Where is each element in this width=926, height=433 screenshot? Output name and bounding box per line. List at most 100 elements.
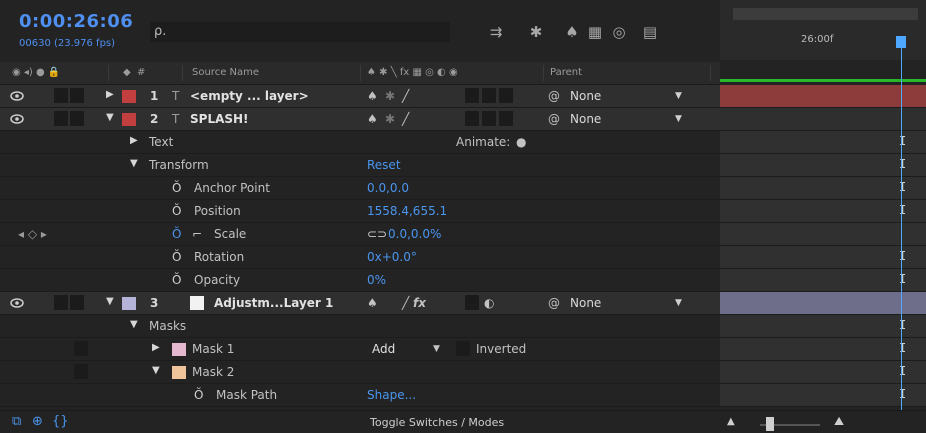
layer-name[interactable]: Adjustm...Layer 1 [214, 296, 333, 310]
property-row-mask-path[interactable]: Ŏ Mask Path Shape... I [0, 384, 926, 407]
expand-arrow-icon[interactable]: ▶ [106, 89, 114, 100]
chevron-down-icon[interactable]: ▼ [675, 91, 682, 101]
layer-duration-bar[interactable] [720, 292, 926, 314]
reset-link[interactable]: Reset [367, 158, 401, 172]
property-row-opacity[interactable]: Ŏ Opacity 0% I [0, 269, 926, 292]
mask-lock-switch[interactable] [74, 364, 88, 379]
collapse-switch-icon[interactable]: ✱ [385, 89, 395, 103]
solo-switch[interactable] [54, 295, 68, 310]
shy-switch-icon[interactable]: ♠ [367, 112, 378, 126]
solo-switch[interactable] [54, 111, 68, 126]
mask-color-swatch[interactable] [172, 366, 186, 379]
label-color-swatch[interactable] [122, 113, 136, 126]
parent-dropdown-value[interactable]: None [570, 112, 601, 126]
solo-switch[interactable] [54, 88, 68, 103]
layer-row[interactable]: ▶ 1 T <empty ... layer> ♠ ✱ ╱ @ None ▼ [0, 85, 926, 108]
property-value[interactable]: 0.0,0.0% [388, 227, 441, 241]
visibility-eye-icon[interactable] [10, 113, 24, 125]
shy-layers-icon[interactable]: ♠ [562, 22, 582, 42]
pick-whip-icon[interactable]: @ [548, 89, 560, 103]
layer-row[interactable]: ▼ 2 T SPLASH! ♠ ✱ ╱ @ None ▼ [0, 108, 926, 131]
property-row-mask1[interactable]: ▶ Mask 1 Add ▼ Inverted I [0, 338, 926, 361]
switch-box[interactable] [465, 88, 479, 103]
inverted-checkbox[interactable] [456, 341, 470, 356]
collapse-arrow-icon[interactable]: ▼ [130, 158, 138, 169]
timeline-track[interactable] [720, 108, 926, 130]
collapse-arrow-icon[interactable]: ▼ [106, 112, 114, 123]
property-row-text[interactable]: ▶ Text Animate: ● I [0, 131, 926, 154]
expand-arrow-icon[interactable]: ▶ [130, 135, 138, 146]
lock-switch[interactable] [70, 88, 84, 103]
collapse-arrow-icon[interactable]: ▼ [130, 319, 138, 330]
switch-box[interactable] [465, 295, 479, 310]
stopwatch-active-icon[interactable]: Ŏ [172, 227, 181, 241]
property-row-masks[interactable]: ▼ Masks I [0, 315, 926, 338]
lock-switch[interactable] [70, 111, 84, 126]
stopwatch-icon[interactable]: Ŏ [194, 388, 203, 402]
graph-editor-icon[interactable]: ▤ [640, 22, 660, 42]
in-out-toggle-icon[interactable]: {} [52, 414, 69, 429]
animate-menu-icon[interactable]: ● [516, 135, 526, 149]
work-area-bar[interactable] [720, 79, 926, 82]
layer-duration-bar[interactable] [720, 85, 926, 107]
mask-label[interactable]: Mask 2 [192, 365, 234, 379]
property-row-transform[interactable]: ▼ Transform Reset I [0, 154, 926, 177]
switch-box[interactable] [499, 111, 513, 126]
shy-switch-icon[interactable]: ♠ [367, 89, 378, 103]
toggle-switches-modes-button[interactable]: Toggle Switches / Modes [370, 416, 504, 429]
stopwatch-icon[interactable]: Ŏ [172, 204, 181, 218]
pick-whip-icon[interactable]: @ [548, 296, 560, 310]
quality-switch-icon[interactable]: ╱ [402, 89, 409, 103]
collapse-switch-icon[interactable]: ✱ [385, 112, 395, 126]
quality-switch-icon[interactable]: ╱ [402, 296, 409, 310]
graph-icon[interactable]: ⌐ [192, 227, 202, 241]
frame-blending-icon[interactable]: ▦ [585, 22, 605, 42]
playhead-line[interactable] [901, 46, 902, 410]
collapse-arrow-icon[interactable]: ▼ [106, 296, 114, 307]
property-row-mask2[interactable]: ▼ Mask 2 I [0, 361, 926, 384]
mask-mode-dropdown[interactable]: Add [372, 342, 395, 356]
keyframe-navigator-icon[interactable]: ◂ ◇ ▸ [18, 227, 47, 241]
property-row-position[interactable]: Ŏ Position 1558.4,655.1 I [0, 200, 926, 223]
chevron-down-icon[interactable]: ▼ [433, 344, 440, 354]
property-value[interactable]: 0% [367, 273, 386, 287]
property-row-anchor-point[interactable]: Ŏ Anchor Point 0.0,0.0 I [0, 177, 926, 200]
zoom-in-icon[interactable]: ⛰ [834, 414, 844, 429]
zoom-slider-thumb[interactable] [766, 417, 774, 431]
motion-blur-icon[interactable]: ◎ [609, 22, 629, 42]
mask-lock-switch[interactable] [74, 341, 88, 356]
mask-path-shape-link[interactable]: Shape... [367, 388, 416, 402]
switch-box[interactable] [482, 88, 496, 103]
effects-switch-icon[interactable]: fx [413, 296, 426, 310]
chevron-down-icon[interactable]: ▼ [675, 298, 682, 308]
mask-color-swatch[interactable] [172, 343, 186, 356]
zoom-out-icon[interactable]: ▲ [727, 416, 735, 427]
shy-switch-icon[interactable]: ♠ [367, 296, 378, 310]
layer-name[interactable]: SPLASH! [190, 112, 249, 126]
label-color-swatch[interactable] [122, 297, 136, 310]
constrain-proportions-icon[interactable]: ⊂⊃ [367, 227, 387, 241]
search-input[interactable] [150, 22, 450, 42]
switch-box[interactable] [465, 111, 479, 126]
collapse-arrow-icon[interactable]: ▼ [152, 365, 160, 376]
switch-box[interactable] [482, 111, 496, 126]
visibility-eye-icon[interactable] [10, 297, 24, 309]
property-value[interactable]: 0x+0.0° [367, 250, 417, 264]
pick-whip-icon[interactable]: @ [548, 112, 560, 126]
stopwatch-icon[interactable]: Ŏ [172, 250, 181, 264]
switch-box[interactable] [499, 88, 513, 103]
lock-switch[interactable] [70, 295, 84, 310]
stopwatch-icon[interactable]: Ŏ [172, 181, 181, 195]
layer-name[interactable]: <empty ... layer> [190, 89, 309, 103]
expand-arrow-icon[interactable]: ▶ [152, 342, 160, 353]
property-value[interactable]: 1558.4,655.1 [367, 204, 447, 218]
chevron-down-icon[interactable]: ▼ [675, 114, 682, 124]
label-color-swatch[interactable] [122, 90, 136, 103]
stopwatch-icon[interactable]: Ŏ [172, 273, 181, 287]
layer-row[interactable]: ▼ 3 Adjustm...Layer 1 ♠ ╱ fx ◐ @ None ▼ [0, 292, 926, 315]
adjustment-switch-icon[interactable]: ◐ [484, 296, 494, 310]
transfer-controls-toggle-icon[interactable]: ⊕ [32, 414, 43, 429]
parent-dropdown-value[interactable]: None [570, 89, 601, 103]
draft-3d-icon[interactable]: ✱ [526, 22, 546, 42]
quality-switch-icon[interactable]: ╱ [402, 112, 409, 126]
